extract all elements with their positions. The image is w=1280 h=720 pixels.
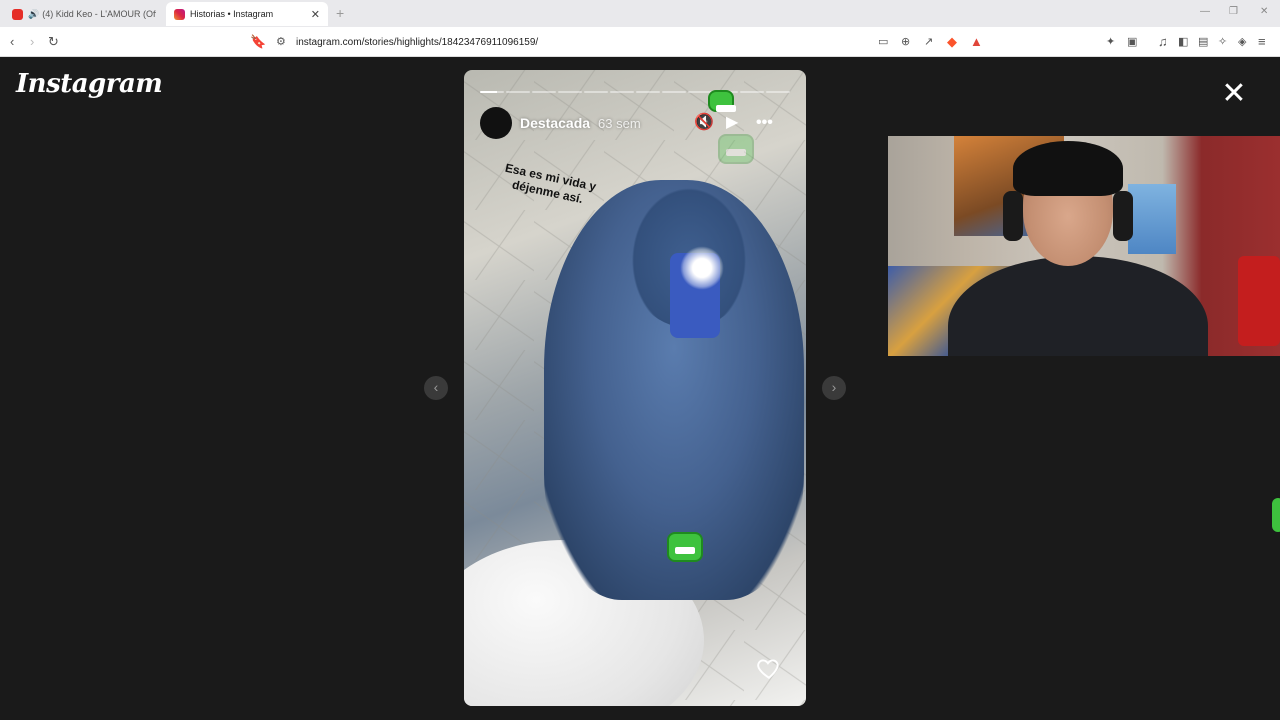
restore-icon[interactable]: ❐ — [1229, 6, 1238, 17]
progress-segment — [506, 91, 530, 93]
progress-segment — [584, 91, 608, 93]
more-options-icon[interactable]: ••• — [756, 114, 773, 132]
back-icon[interactable]: ‹ — [10, 33, 14, 51]
poster-image — [1128, 184, 1176, 254]
minimize-icon[interactable]: — — [1200, 6, 1210, 17]
tab-youtube[interactable]: 🔊 (4) Kidd Keo - L'AMOUR (Official — [4, 2, 164, 26]
story-timestamp: 63 sem — [598, 115, 641, 131]
url-text: instagram.com/stories/highlights/1842347… — [296, 36, 539, 48]
progress-segment — [558, 91, 582, 93]
sidebar-icon[interactable]: ◧ — [1178, 33, 1188, 51]
green-emote-icon — [667, 532, 703, 562]
microphone — [1238, 256, 1280, 346]
story-photo-flash — [680, 246, 724, 290]
progress-segment — [766, 91, 790, 93]
window-close-icon[interactable]: ✕ — [1260, 6, 1268, 17]
music-icon[interactable]: ♫ — [1158, 33, 1168, 51]
headphones-right — [1113, 191, 1133, 241]
story-username[interactable]: Destacada — [520, 115, 590, 131]
tab-instagram[interactable]: Historias • Instagram ✕ — [166, 2, 328, 26]
webcam-overlay — [888, 136, 1280, 356]
close-tab-icon[interactable]: ✕ — [311, 8, 320, 21]
rewards-icon[interactable]: ▲ — [970, 33, 983, 51]
speaker-icon[interactable]: 🔊 — [28, 9, 39, 20]
mute-icon[interactable]: 🔇 — [694, 114, 714, 132]
instagram-logo[interactable]: Instagram — [16, 69, 163, 99]
menu-icon[interactable]: ≡ — [1258, 33, 1266, 51]
browser-toolbar: ‹ › ↻ 🔖 ⚙ instagram.com/stories/highligh… — [0, 27, 1280, 57]
brave-shield-icon[interactable]: ◆ — [947, 33, 957, 51]
green-emote-icon — [718, 134, 754, 164]
vpn-shield-icon[interactable]: ◈ — [1238, 33, 1246, 51]
progress-segment — [532, 91, 556, 93]
like-heart-icon[interactable] — [756, 655, 782, 681]
youtube-icon — [12, 8, 23, 20]
story-viewer[interactable]: Destacada 63 sem 🔇 ▶ ••• Esa es mi vida … — [464, 70, 806, 706]
progress-segment — [480, 91, 504, 93]
progress-segment — [636, 91, 660, 93]
progress-segment — [740, 91, 764, 93]
tab-bar: 🔊 (4) Kidd Keo - L'AMOUR (Official Histo… — [0, 0, 1280, 27]
screenshot-icon[interactable]: ▣ — [1127, 33, 1137, 51]
previous-story-button[interactable]: ‹ — [424, 376, 448, 400]
reload-icon[interactable]: ↻ — [48, 33, 59, 51]
progress-segment — [662, 91, 686, 93]
tab-title: (4) Kidd Keo - L'AMOUR (Official — [42, 9, 156, 19]
cast-icon[interactable]: ▭ — [878, 33, 888, 51]
headphones-left — [1003, 191, 1023, 241]
green-emote-icon — [708, 90, 736, 112]
next-story-button[interactable]: › — [822, 376, 846, 400]
tab-title: Historias • Instagram — [190, 9, 274, 19]
story-progress-bar — [480, 91, 790, 93]
close-icon[interactable]: ✕ — [1219, 79, 1249, 109]
green-emote-icon — [1272, 498, 1280, 532]
bookmark-icon[interactable]: 🔖 — [250, 33, 266, 51]
zoom-icon[interactable]: ⊕ — [901, 33, 910, 51]
share-icon[interactable]: ↗ — [924, 33, 933, 51]
instagram-icon — [174, 8, 185, 20]
new-tab-button[interactable]: + — [336, 5, 344, 21]
site-info-icon[interactable]: ⚙ — [276, 33, 286, 51]
leo-ai-icon[interactable]: ✧ — [1218, 33, 1227, 51]
forward-icon[interactable]: › — [30, 33, 34, 51]
play-icon[interactable]: ▶ — [726, 114, 738, 132]
wallet-icon[interactable]: ▤ — [1198, 33, 1208, 51]
instagram-page: Instagram ✕ ‹ › Destacada 63 sem 🔇 ▶ •••… — [0, 57, 1280, 720]
extensions-icon[interactable]: ✦ — [1106, 33, 1115, 51]
streamer-hair — [1013, 141, 1123, 196]
progress-segment — [610, 91, 634, 93]
avatar[interactable] — [480, 107, 512, 139]
